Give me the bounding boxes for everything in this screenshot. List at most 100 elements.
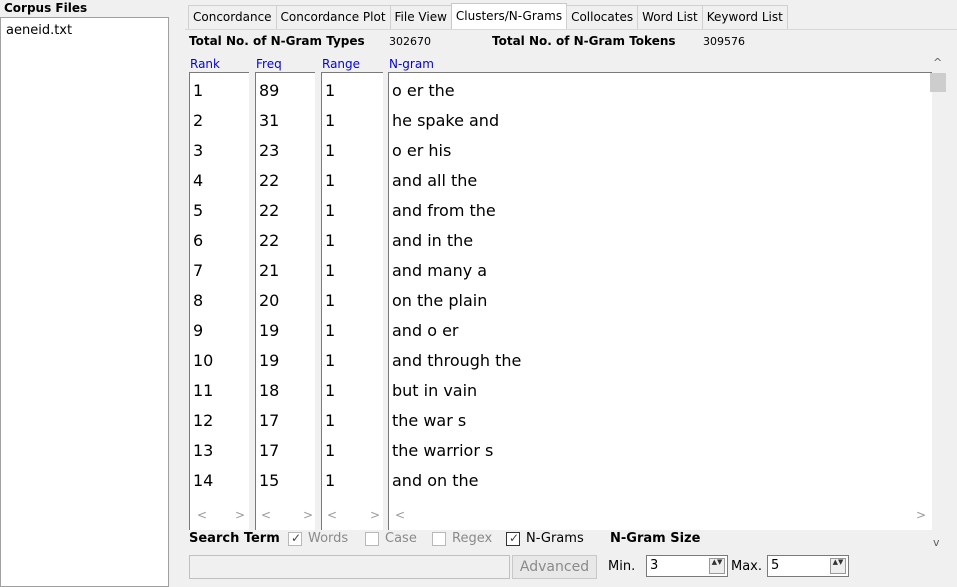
vertical-scrollbar[interactable]: ^ v (928, 54, 946, 549)
scroll-left-icon[interactable]: < (395, 508, 405, 522)
freq-cell[interactable]: 22 (259, 201, 279, 220)
tab-clusters-ngrams[interactable]: Clusters/N-Grams (450, 3, 568, 29)
rank-cell[interactable]: 11 (193, 381, 213, 400)
search-options-row: Search Term ✓ Words Case Regex ✓ N-Grams… (189, 530, 949, 550)
freq-cell[interactable]: 17 (259, 441, 279, 460)
rank-column[interactable]: 1 2 3 4 5 6 7 8 9 10 11 12 13 14 (189, 72, 249, 530)
scroll-left-icon[interactable]: < (261, 508, 271, 522)
ngram-cell[interactable]: on the plain (392, 291, 487, 310)
freq-cell[interactable]: 31 (259, 111, 279, 130)
ngrams-checkbox[interactable]: ✓ (506, 531, 520, 546)
freq-cell[interactable]: 19 (259, 321, 279, 340)
ngram-cell[interactable]: and many a (392, 261, 487, 280)
scroll-left-icon[interactable]: < (327, 508, 337, 522)
range-cell[interactable]: 1 (325, 381, 335, 400)
freq-cell[interactable]: 23 (259, 141, 279, 160)
freq-cell[interactable]: 19 (259, 351, 279, 370)
range-cell[interactable]: 1 (325, 321, 335, 340)
search-term-input[interactable] (189, 555, 510, 579)
rank-cell[interactable]: 4 (193, 171, 203, 190)
range-cell[interactable]: 1 (325, 81, 335, 100)
rank-cell[interactable]: 1 (193, 81, 203, 100)
range-cell[interactable]: 1 (325, 441, 335, 460)
range-cell[interactable]: 1 (325, 171, 335, 190)
ngram-cell[interactable]: he spake and (392, 111, 499, 130)
scroll-right-icon[interactable]: > (303, 508, 313, 522)
range-cell[interactable]: 1 (325, 231, 335, 250)
freq-cell[interactable]: 18 (259, 381, 279, 400)
range-cell[interactable]: 1 (325, 471, 335, 490)
column-header-freq[interactable]: Freq (256, 57, 282, 71)
range-cell[interactable]: 1 (325, 351, 335, 370)
ngram-cell[interactable]: and on the (392, 471, 478, 490)
spinner-arrows-icon[interactable]: ▲▼ (709, 558, 725, 574)
tool-tabs: Concordance Concordance Plot File View C… (188, 3, 788, 29)
ngram-cell[interactable]: but in vain (392, 381, 477, 400)
tab-file-view[interactable]: File View (389, 5, 452, 29)
scroll-right-icon[interactable]: > (916, 508, 926, 522)
freq-cell[interactable]: 89 (259, 81, 279, 100)
scroll-thumb[interactable] (930, 73, 946, 92)
regex-label: Regex (452, 531, 493, 546)
rank-cell[interactable]: 9 (193, 321, 203, 340)
ngram-column[interactable]: o er the he spake and o er his and all the a… (388, 72, 932, 530)
tab-concordance[interactable]: Concordance (188, 5, 277, 29)
range-cell[interactable]: 1 (325, 291, 335, 310)
column-header-range[interactable]: Range (322, 57, 360, 71)
ngram-cell[interactable]: the warrior s (392, 441, 493, 460)
ngram-min-value: 3 (650, 558, 659, 573)
column-header-ngram[interactable]: N-gram (389, 57, 434, 71)
rank-cell[interactable]: 2 (193, 111, 203, 130)
freq-cell[interactable]: 20 (259, 291, 279, 310)
tab-concordance-plot[interactable]: Concordance Plot (275, 5, 391, 29)
range-cell[interactable]: 1 (325, 141, 335, 160)
tab-collocates[interactable]: Collocates (566, 5, 639, 29)
ngram-cell[interactable]: and all the (392, 171, 477, 190)
corpus-file-item[interactable]: aeneid.txt (6, 23, 72, 38)
advanced-button[interactable]: Advanced (512, 555, 597, 579)
freq-cell[interactable]: 22 (259, 171, 279, 190)
rank-cell[interactable]: 7 (193, 261, 203, 280)
words-checkbox[interactable]: ✓ (288, 531, 302, 546)
regex-checkbox[interactable] (432, 532, 446, 546)
freq-cell[interactable]: 21 (259, 261, 279, 280)
rank-cell[interactable]: 6 (193, 231, 203, 250)
scroll-right-icon[interactable]: > (370, 508, 380, 522)
corpus-file-list[interactable]: aeneid.txt (0, 17, 169, 587)
rank-cell[interactable]: 13 (193, 441, 213, 460)
freq-cell[interactable]: 15 (259, 471, 279, 490)
ngram-min-spinner[interactable]: 3 ▲▼ (646, 555, 728, 577)
search-controls-row: Advanced Min. 3 ▲▼ Max. 5 ▲▼ (189, 555, 949, 581)
scroll-right-icon[interactable]: > (235, 508, 245, 522)
ngram-cell[interactable]: and o er (392, 321, 458, 340)
ngram-cell[interactable]: o er his (392, 141, 451, 160)
tab-word-list[interactable]: Word List (637, 5, 703, 29)
rank-cell[interactable]: 3 (193, 141, 203, 160)
column-header-rank[interactable]: Rank (190, 57, 220, 71)
freq-cell[interactable]: 17 (259, 411, 279, 430)
tab-keyword-list[interactable]: Keyword List (701, 5, 788, 29)
spinner-arrows-icon[interactable]: ▲▼ (830, 558, 846, 574)
range-cell[interactable]: 1 (325, 111, 335, 130)
scroll-left-icon[interactable]: < (197, 508, 207, 522)
rank-cell[interactable]: 10 (193, 351, 213, 370)
ngram-cell[interactable]: and through the (392, 351, 521, 370)
ngram-cell[interactable]: the war s (392, 411, 466, 430)
ngram-cell[interactable]: and from the (392, 201, 496, 220)
ngram-cell[interactable]: and in the (392, 231, 473, 250)
rank-cell[interactable]: 5 (193, 201, 203, 220)
rank-cell[interactable]: 8 (193, 291, 203, 310)
freq-column[interactable]: 89 31 23 22 22 22 21 20 19 19 18 17 17 15 (255, 72, 315, 530)
ngram-cell[interactable]: o er the (392, 81, 455, 100)
range-column[interactable]: 1 1 1 1 1 1 1 1 1 1 1 1 1 1 (321, 72, 383, 530)
scroll-up-icon[interactable]: ^ (933, 56, 942, 69)
freq-cell[interactable]: 22 (259, 231, 279, 250)
range-cell[interactable]: 1 (325, 261, 335, 280)
rank-cell[interactable]: 14 (193, 471, 213, 490)
case-checkbox[interactable] (365, 532, 379, 546)
range-cell[interactable]: 1 (325, 411, 335, 430)
range-cell[interactable]: 1 (325, 201, 335, 220)
ngram-tokens-value: 309576 (703, 35, 745, 48)
ngram-max-spinner[interactable]: 5 ▲▼ (767, 555, 849, 577)
rank-cell[interactable]: 12 (193, 411, 213, 430)
